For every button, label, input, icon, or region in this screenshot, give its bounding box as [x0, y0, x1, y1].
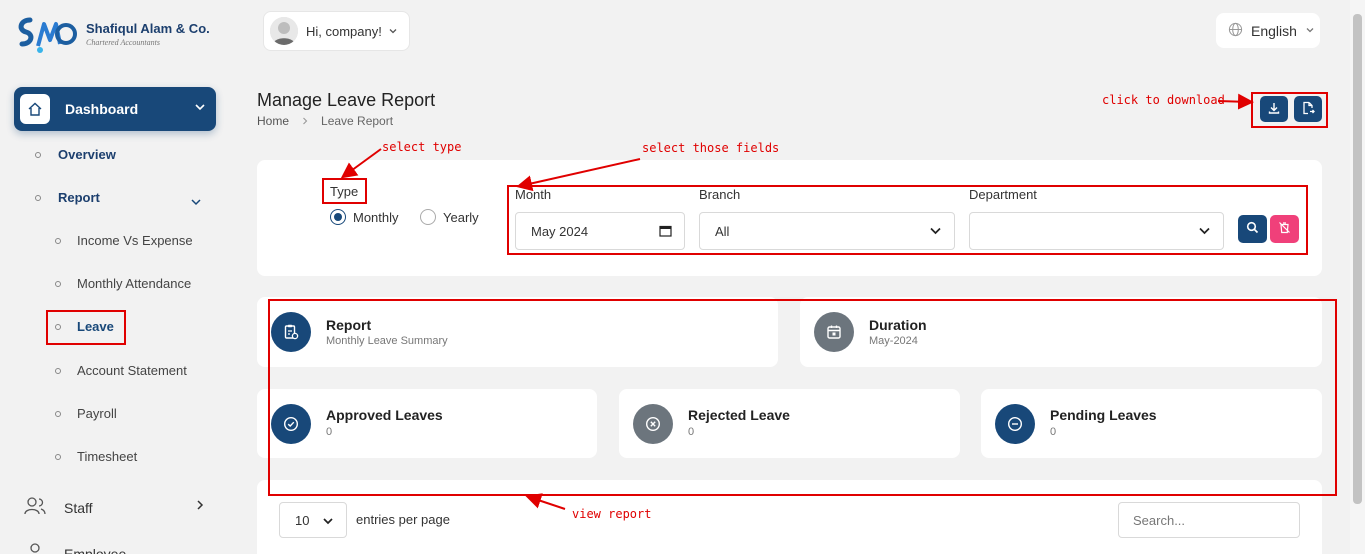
- sidebar-item-dashboard[interactable]: Dashboard: [14, 87, 216, 131]
- sidebar-item-label: Account Statement: [77, 363, 187, 378]
- bullet-icon: [55, 410, 61, 417]
- annotation-view-report: view report: [572, 507, 652, 521]
- annotation-box-leave: [46, 310, 126, 345]
- chevron-right-icon[interactable]: [194, 499, 206, 511]
- scrollbar-thumb[interactable]: [1353, 14, 1362, 504]
- sidebar-item-label: Timesheet: [77, 449, 138, 464]
- user-greeting: Hi, company!: [306, 23, 382, 39]
- table-search-input[interactable]: [1118, 502, 1300, 538]
- sidebar-item-overview[interactable]: Overview: [35, 147, 116, 162]
- sidebar-item-label: Payroll: [77, 406, 117, 421]
- chevron-right-icon: [301, 114, 309, 128]
- language-selector[interactable]: English: [1216, 13, 1320, 48]
- sidebar-item-account-statement[interactable]: Account Statement: [55, 363, 187, 378]
- logo-mark-icon: [16, 14, 78, 54]
- sidebar-item-monthly-attendance[interactable]: Monthly Attendance: [55, 276, 191, 291]
- sidebar-item-staff[interactable]: Staff: [20, 494, 93, 521]
- brand-name: Shafiqul Alam & Co.: [86, 21, 210, 36]
- users-icon: [20, 494, 50, 521]
- radio-label: Yearly: [443, 209, 479, 225]
- sidebar-item-income-vs-expense[interactable]: Income Vs Expense: [55, 233, 193, 248]
- sidebar-item-label: Report: [58, 190, 100, 205]
- bullet-icon: [35, 151, 41, 158]
- breadcrumb: Home Leave Report: [257, 114, 393, 128]
- language-label: English: [1251, 22, 1297, 39]
- bullet-icon: [55, 453, 61, 460]
- annotation-box-fields: [507, 185, 1308, 255]
- bullet-icon: [55, 280, 61, 287]
- bullet-icon: [35, 194, 41, 201]
- annotation-box-report: [268, 299, 1337, 496]
- type-yearly-radio[interactable]: Yearly: [420, 209, 479, 225]
- annotation-box-download: [1251, 92, 1328, 128]
- breadcrumb-home[interactable]: Home: [257, 114, 289, 128]
- sidebar-item-employee[interactable]: Employee: [20, 540, 126, 554]
- brand-logo[interactable]: Shafiqul Alam & Co. Chartered Accountant…: [16, 14, 210, 54]
- annotation-select-type: select type: [382, 140, 462, 154]
- sidebar-item-label: Income Vs Expense: [77, 233, 193, 248]
- breadcrumb-current: Leave Report: [321, 114, 394, 128]
- chevron-down-icon: [1305, 23, 1315, 38]
- chevron-down-icon: [194, 101, 206, 116]
- brand-tagline: Chartered Accountants: [86, 38, 160, 47]
- sidebar-item-label: Monthly Attendance: [77, 276, 192, 291]
- avatar: [270, 17, 298, 45]
- sidebar-item-label: Employee: [64, 545, 127, 554]
- chevron-down-icon[interactable]: [190, 196, 202, 208]
- user-icon: [20, 540, 50, 554]
- annotation-box-type: [322, 178, 367, 204]
- page-title: Manage Leave Report: [257, 90, 436, 110]
- user-menu[interactable]: Hi, company!: [263, 11, 410, 51]
- bullet-icon: [55, 237, 61, 244]
- entries-per-page-label: entries per page: [356, 512, 450, 527]
- entries-per-page-value: 10: [295, 512, 310, 528]
- entries-per-page-select[interactable]: 10: [279, 502, 347, 538]
- sidebar-item-label: Dashboard: [65, 101, 139, 117]
- radio-selected-icon: [330, 209, 346, 225]
- globe-icon: [1228, 22, 1243, 40]
- annotation-download: click to download: [1102, 93, 1225, 107]
- home-icon: [20, 94, 50, 124]
- sidebar-item-label: Overview: [58, 147, 116, 162]
- bullet-icon: [55, 367, 61, 374]
- radio-label: Monthly: [353, 209, 399, 225]
- radio-unselected-icon: [420, 209, 436, 225]
- annotation-select-fields: select those fields: [642, 141, 780, 155]
- chevron-down-icon: [322, 515, 334, 530]
- chevron-down-icon: [388, 24, 398, 39]
- sidebar-item-payroll[interactable]: Payroll: [55, 406, 117, 421]
- sidebar-item-label: Staff: [64, 499, 93, 516]
- sidebar-item-timesheet[interactable]: Timesheet: [55, 449, 137, 464]
- sidebar-item-report[interactable]: Report: [35, 190, 100, 205]
- sidebar: Shafiqul Alam & Co. Chartered Accountant…: [0, 0, 230, 554]
- type-monthly-radio[interactable]: Monthly: [330, 209, 399, 225]
